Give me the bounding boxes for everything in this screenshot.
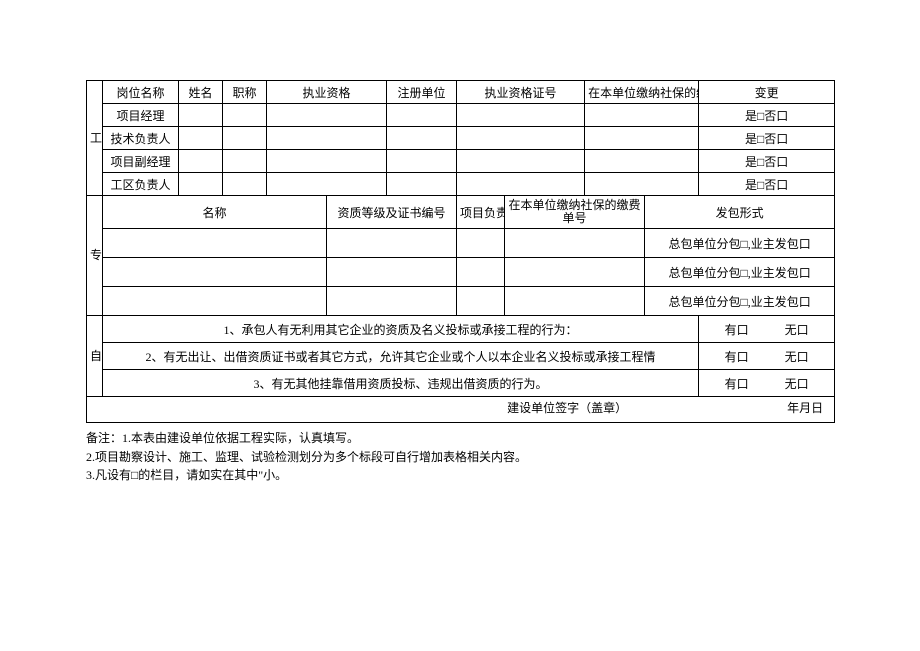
table-row: 总包单位分包□,业主发包口 [87, 229, 835, 258]
table-row: 项目副经理 是□否口 [87, 150, 835, 173]
s1-h-qual: 执业资格 [267, 81, 387, 104]
s2-h-grade: 资质等级及证书编号 [327, 196, 457, 229]
s3-q3: 3、有无其他挂靠借用资质投标、违规出借资质的行为。 [103, 370, 699, 397]
form-table: 工单位 岗位名称 姓名 职称 执业资格 注册单位 执业资格证号 在本单位缴纳社保… [86, 80, 835, 423]
s3-row: 自查情况 1、承包人有无利用其它企业的资质及名义投标或承接工程的行为： 有口无口 [87, 316, 835, 343]
s3-vlabel: 自查情况 [87, 316, 103, 397]
s1-post: 工区负责人 [103, 173, 179, 196]
s1-h-change: 变更 [699, 81, 835, 104]
s1-post: 项目副经理 [103, 150, 179, 173]
s3-q1: 1、承包人有无利用其它企业的资质及名义投标或承接工程的行为： [103, 316, 699, 343]
table-row: 总包单位分包□,业主发包口 [87, 258, 835, 287]
s2-opt[interactable]: 总包单位分包□,业主发包口 [645, 258, 835, 287]
table-row: 总包单位分包□,业主发包口 [87, 287, 835, 316]
s1-change[interactable]: 是□否口 [699, 104, 835, 127]
s2-vlabel: 专业分包单位 [87, 196, 103, 316]
table-row: 项目经理 是□否口 [87, 104, 835, 127]
s3-row: 2、有无出让、出借资质证书或者其它方式，允许其它企业或个人以本企业名义投标或承接… [87, 343, 835, 370]
s2-h-ssn: 在本单位缴纳社保的缴费单号 [505, 196, 645, 229]
table-row: 工区负责人 是□否口 [87, 173, 835, 196]
s1-change[interactable]: 是□否口 [699, 127, 835, 150]
s1-h-post: 岗位名称 [103, 81, 179, 104]
s1-h-ssn: 在本单位缴纳社保的缴费单号 [585, 81, 699, 104]
s2-opt[interactable]: 总包单位分包□,业主发包口 [645, 287, 835, 316]
s1-post: 项目经理 [103, 104, 179, 127]
s1-change[interactable]: 是□否口 [699, 150, 835, 173]
footnote-2: 2.项目勘察设计、施工、监理、试验检测划分为多个标段可自行增加表格相关内容。 [86, 448, 834, 467]
s1-h-certno: 执业资格证号 [457, 81, 585, 104]
s1-h-title: 职称 [223, 81, 267, 104]
s2-h-leader: 项目负责人 [457, 196, 505, 229]
s1-h-regunit: 注册单位 [387, 81, 457, 104]
s3-a3[interactable]: 有口无口 [699, 370, 835, 397]
signature-row: 建设单位签字（盖章） 年月日 [87, 397, 835, 423]
s1-post: 技术负责人 [103, 127, 179, 150]
s3-a2[interactable]: 有口无口 [699, 343, 835, 370]
s3-row: 3、有无其他挂靠借用资质投标、违规出借资质的行为。 有口无口 [87, 370, 835, 397]
s2-opt[interactable]: 总包单位分包□,业主发包口 [645, 229, 835, 258]
s1-header-row: 工单位 岗位名称 姓名 职称 执业资格 注册单位 执业资格证号 在本单位缴纳社保… [87, 81, 835, 104]
footnote-3: 3.凡设有□的栏目，请如实在其中"小。 [86, 466, 834, 485]
table-row: 技术负责人 是□否口 [87, 127, 835, 150]
s2-header-row: 专业分包单位 名称 资质等级及证书编号 项目负责人 在本单位缴纳社保的缴费单号 … [87, 196, 835, 229]
s1-vlabel: 工单位 [87, 81, 103, 196]
signature-date: 年月日 [787, 399, 823, 416]
s2-h-mode: 发包形式 [645, 196, 835, 229]
s1-change[interactable]: 是□否口 [699, 173, 835, 196]
s2-h-name: 名称 [103, 196, 327, 229]
signature-label: 建设单位签字（盖章） [507, 399, 627, 416]
s1-h-name: 姓名 [179, 81, 223, 104]
footnote-1: 备注：1.本表由建设单位依据工程实际，认真填写。 [86, 429, 834, 448]
footnotes: 备注：1.本表由建设单位依据工程实际，认真填写。 2.项目勘察设计、施工、监理、… [86, 429, 834, 485]
s3-a1[interactable]: 有口无口 [699, 316, 835, 343]
s3-q2: 2、有无出让、出借资质证书或者其它方式，允许其它企业或个人以本企业名义投标或承接… [103, 343, 699, 370]
